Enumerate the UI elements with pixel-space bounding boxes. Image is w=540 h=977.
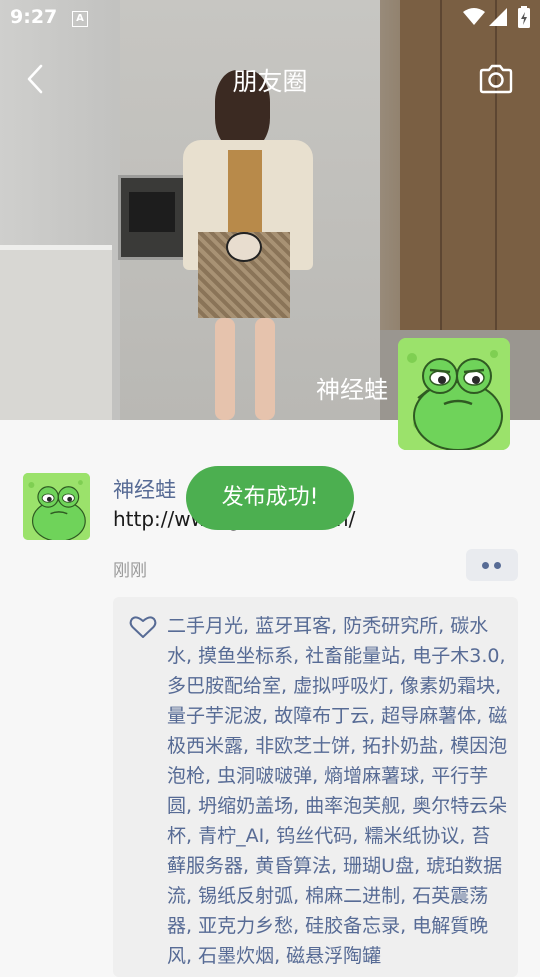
- toast-message: 发布成功!: [186, 466, 354, 530]
- wifi-icon: [463, 8, 485, 25]
- status-bar: 9:27 A: [0, 0, 540, 36]
- heart-outline-icon: [129, 616, 157, 638]
- ime-indicator-icon: A: [72, 11, 88, 27]
- likes-list[interactable]: 二手月光, 蓝牙耳客, 防秃研究所, 碳水水, 摸鱼坐标系, 社畜能量站, 电子…: [167, 611, 509, 971]
- cover-person-bag: [226, 232, 262, 262]
- cover-counter: [0, 250, 112, 420]
- post-user-name[interactable]: 神经蛙: [113, 474, 176, 504]
- more-dots-icon: [482, 562, 489, 569]
- camera-icon[interactable]: [478, 62, 514, 96]
- cover-user-name: 神经蛙: [316, 376, 388, 404]
- battery-icon: [518, 6, 530, 28]
- status-time: 9:27: [10, 6, 58, 28]
- post-timestamp: 刚刚: [113, 561, 147, 581]
- signal-icon: [489, 8, 507, 26]
- cover-oven: [118, 175, 186, 260]
- post-avatar[interactable]: [23, 473, 90, 540]
- frog-avatar-icon: [23, 473, 90, 540]
- page-title: 朋友圈: [232, 67, 308, 96]
- likes-panel: 二手月光, 蓝牙耳客, 防秃研究所, 碳水水, 摸鱼坐标系, 社畜能量站, 电子…: [113, 597, 518, 977]
- cover-avatar[interactable]: [398, 338, 510, 450]
- more-button[interactable]: [466, 549, 518, 581]
- cover-door: [400, 0, 540, 330]
- frog-avatar-icon: [398, 338, 510, 450]
- more-dots-icon: [494, 562, 501, 569]
- cover-person-leg: [215, 318, 235, 420]
